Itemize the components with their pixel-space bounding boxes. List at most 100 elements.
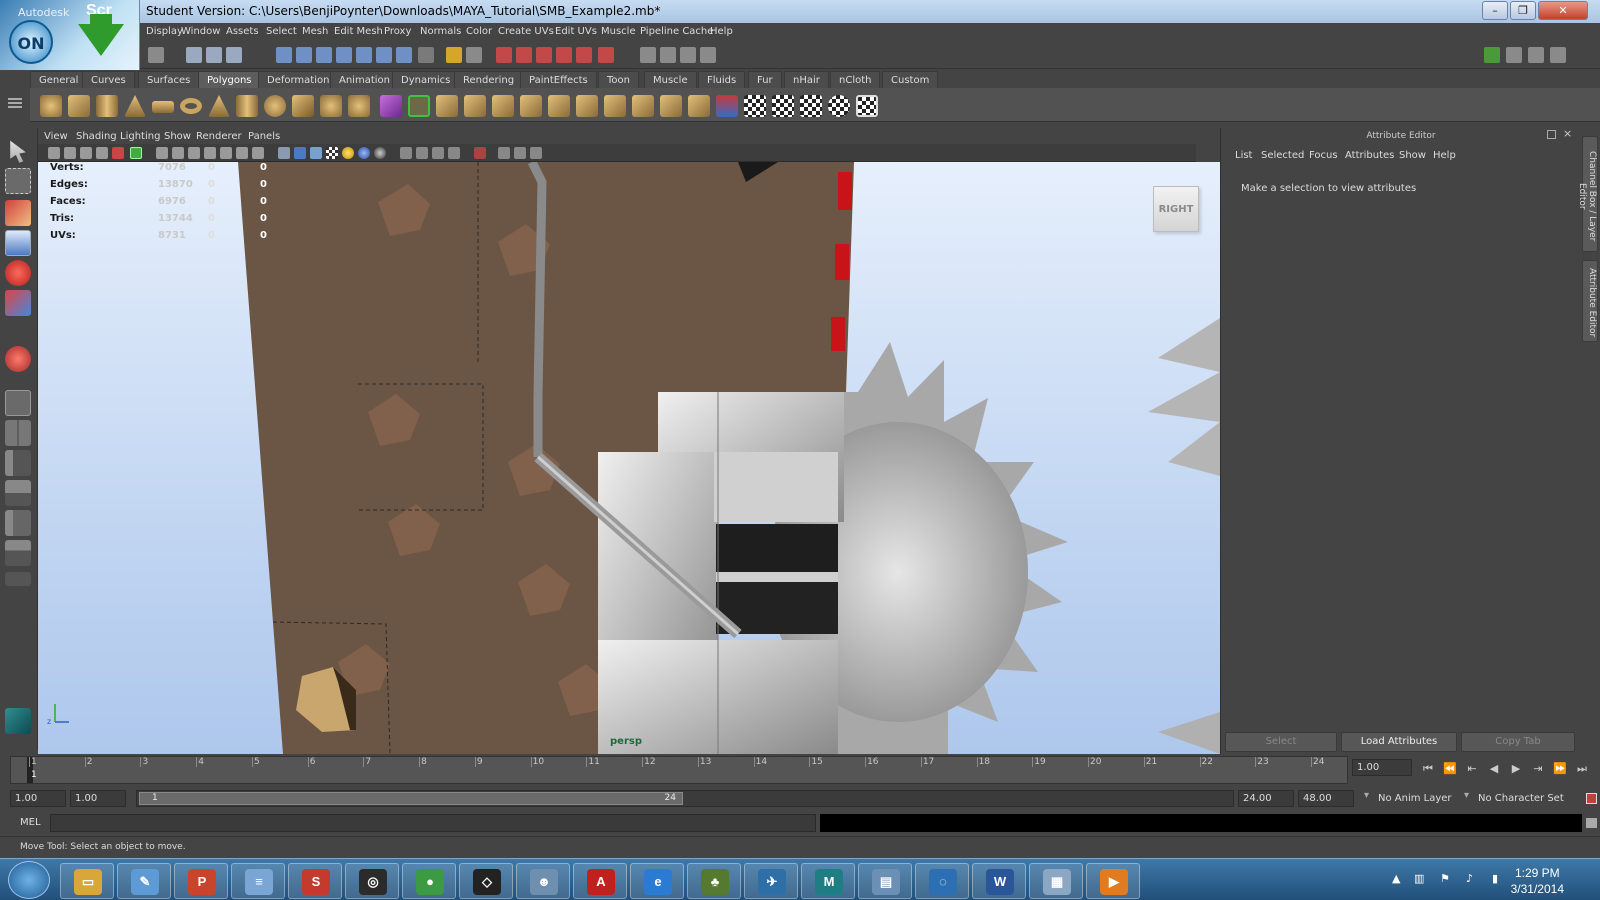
- taskbar-app-button[interactable]: A: [573, 863, 627, 899]
- wireframe-icon[interactable]: [278, 147, 290, 159]
- taskbar-app-button[interactable]: P: [174, 863, 228, 899]
- taskbar-app-button[interactable]: ✈: [744, 863, 798, 899]
- menu-display[interactable]: Display: [146, 26, 183, 37]
- step-back-frame-icon[interactable]: ⏪: [1442, 762, 1458, 776]
- save-scene-icon[interactable]: [148, 47, 164, 63]
- shelf-tab-surfaces[interactable]: Surfaces: [138, 71, 200, 88]
- panel-menu-renderer[interactable]: Renderer: [196, 131, 242, 142]
- step-forward-key-icon[interactable]: ⇥: [1530, 762, 1546, 776]
- poly-cylinder-icon[interactable]: [96, 95, 118, 117]
- lasso-tool-icon[interactable]: [5, 168, 31, 194]
- shelf-tab-nhair[interactable]: nHair: [784, 71, 829, 88]
- attr-menu-attributes[interactable]: Attributes: [1345, 150, 1394, 161]
- taskbar-app-button[interactable]: ▭: [60, 863, 114, 899]
- split-polygon-icon[interactable]: [520, 95, 542, 117]
- last-tool-used-icon[interactable]: [5, 346, 31, 372]
- use-all-lights-icon[interactable]: [342, 147, 354, 159]
- merge-vertices-icon[interactable]: [604, 95, 626, 117]
- go-to-end-icon[interactable]: ⏭: [1574, 762, 1590, 776]
- screen-space-ambient-occlusion-icon[interactable]: [400, 147, 412, 159]
- ipr-render-icon[interactable]: [660, 47, 676, 63]
- playback-end-field[interactable]: 24.00: [1238, 790, 1294, 807]
- attr-menu-list[interactable]: List: [1235, 150, 1252, 161]
- select-by-joint-icon[interactable]: [296, 47, 312, 63]
- taskbar-app-button[interactable]: ▤: [858, 863, 912, 899]
- taskbar-app-button[interactable]: W: [972, 863, 1026, 899]
- gate-mask-icon[interactable]: [204, 147, 216, 159]
- menu-color[interactable]: Color: [466, 26, 492, 37]
- poly-sphere-icon[interactable]: [40, 95, 62, 117]
- taskbar-app-button[interactable]: ●: [402, 863, 456, 899]
- script-editor-icon[interactable]: [1586, 818, 1597, 828]
- four-view-layout-icon[interactable]: [5, 420, 31, 446]
- wireframe-on-shaded-icon[interactable]: [310, 147, 322, 159]
- taskbar-app-button[interactable]: ≡: [231, 863, 285, 899]
- animation-end-field[interactable]: 48.00: [1298, 790, 1354, 807]
- select-object-icon[interactable]: [206, 47, 222, 63]
- motion-blur-icon[interactable]: [416, 147, 428, 159]
- xray-icon[interactable]: [498, 147, 510, 159]
- poke-face-icon[interactable]: [660, 95, 682, 117]
- poly-cone-icon[interactable]: [124, 95, 146, 117]
- snap-to-grid-icon[interactable]: [496, 47, 512, 63]
- view-cube[interactable]: RIGHT: [1153, 186, 1199, 232]
- smooth-shade-icon[interactable]: [294, 147, 306, 159]
- bridge-icon[interactable]: [464, 95, 486, 117]
- taskbar-app-button[interactable]: ▦: [1029, 863, 1083, 899]
- animation-start-field[interactable]: 1.00: [10, 790, 66, 807]
- play-backwards-icon[interactable]: ◀: [1486, 762, 1502, 776]
- scale-tool-icon[interactable]: [5, 290, 31, 316]
- perspective-viewport[interactable]: Verts: 7076 0 0 Edges: 13870 0 0 Faces: …: [38, 162, 1220, 754]
- taskbar-app-button[interactable]: ◇: [459, 863, 513, 899]
- field-chart-icon[interactable]: [220, 147, 232, 159]
- step-back-key-icon[interactable]: ⇤: [1464, 762, 1480, 776]
- screen-recorder-overlay[interactable]: Autodesk ON Scr: [0, 0, 140, 70]
- taskbar-app-button[interactable]: ♣: [687, 863, 741, 899]
- planar-mapping-icon[interactable]: [744, 95, 766, 117]
- poly-prism-icon[interactable]: [208, 95, 230, 117]
- hypershade-icon[interactable]: [700, 47, 716, 63]
- automatic-mapping-icon[interactable]: [828, 95, 850, 117]
- xray-active-components-icon[interactable]: [514, 147, 526, 159]
- taskbar-app-button[interactable]: ✎: [117, 863, 171, 899]
- show-channel-box-icon[interactable]: [1550, 47, 1566, 63]
- menu-help[interactable]: Help: [710, 26, 733, 37]
- shelf-tab-animation[interactable]: Animation: [330, 71, 399, 88]
- separate-icon[interactable]: [320, 95, 342, 117]
- append-to-polygon-icon[interactable]: [492, 95, 514, 117]
- select-tool-icon[interactable]: [10, 140, 26, 163]
- average-vertices-icon[interactable]: [408, 95, 430, 117]
- system-clock[interactable]: 1:29 PM 3/31/2014: [1511, 865, 1564, 897]
- outliner-layout-icon[interactable]: [5, 450, 31, 476]
- recording-on-badge[interactable]: ON: [9, 20, 53, 64]
- poly-torus-icon[interactable]: [180, 98, 202, 114]
- playback-start-field[interactable]: 1.00: [70, 790, 126, 807]
- offset-edge-loop-icon[interactable]: [576, 95, 598, 117]
- shelf-tab-painteffects[interactable]: PaintEffects: [520, 71, 597, 88]
- menu-pipeline-cache[interactable]: Pipeline Cache: [640, 26, 713, 37]
- grid-icon[interactable]: [156, 147, 168, 159]
- select-by-deformation-icon[interactable]: [356, 47, 372, 63]
- resolution-gate-icon[interactable]: [188, 147, 200, 159]
- high-quality-icon[interactable]: [374, 147, 386, 159]
- extract-icon[interactable]: [348, 95, 370, 117]
- wedge-face-icon[interactable]: [688, 95, 710, 117]
- mirror-geometry-icon[interactable]: [716, 95, 738, 117]
- anim-layer-label[interactable]: No Anim Layer: [1378, 793, 1452, 804]
- hypershade-layout-icon[interactable]: [5, 510, 31, 536]
- volume-icon[interactable]: ♪: [1466, 872, 1480, 886]
- layout-menu-icon[interactable]: [5, 572, 31, 586]
- rotate-tool-icon[interactable]: [5, 260, 31, 286]
- anim-layer-dropdown-icon[interactable]: ▾: [1364, 790, 1369, 801]
- menu-window[interactable]: Window: [181, 26, 220, 37]
- range-slider-track[interactable]: 1 24: [136, 790, 1234, 807]
- safe-action-icon[interactable]: [236, 147, 248, 159]
- panel-menu-show[interactable]: Show: [164, 131, 191, 142]
- attr-menu-selected[interactable]: Selected: [1261, 150, 1304, 161]
- combine-icon[interactable]: [292, 95, 314, 117]
- copy-tab-button[interactable]: Copy Tab: [1461, 732, 1575, 752]
- float-panel-icon[interactable]: [1547, 130, 1556, 139]
- command-input[interactable]: [50, 814, 816, 832]
- dope-sheet-layout-icon[interactable]: [5, 540, 31, 566]
- move-tool-icon[interactable]: [5, 230, 31, 256]
